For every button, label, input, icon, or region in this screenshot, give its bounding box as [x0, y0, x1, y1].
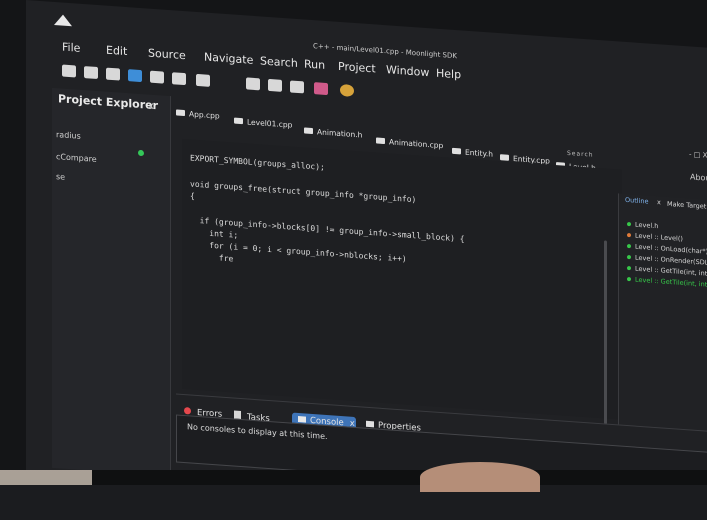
about-link[interactable]: About	[690, 172, 707, 183]
editor-scrollbar[interactable]	[604, 240, 607, 431]
bullet-icon	[627, 233, 631, 238]
app-logo-icon	[54, 13, 72, 27]
tab-label: App.cpp	[189, 109, 220, 121]
folder-icon	[304, 127, 313, 135]
menu-search[interactable]: Search	[260, 54, 298, 70]
save-all-icon[interactable]	[106, 67, 120, 81]
document-icon[interactable]	[268, 78, 282, 92]
menu-edit[interactable]: Edit	[106, 44, 127, 58]
console-message: No consoles to display at this time.	[187, 422, 328, 442]
status-dot-icon	[138, 149, 144, 157]
code-line: EXPORT_SYMBOL(groups_alloc);	[190, 153, 325, 172]
bullet-icon	[627, 255, 631, 260]
tree-item[interactable]: radius	[56, 130, 81, 141]
bullet-icon	[627, 244, 631, 249]
tab-label: Entity.h	[465, 147, 493, 159]
tab-label: Animation.cpp	[389, 137, 444, 151]
tab-entity-h[interactable]: Entity.h	[452, 147, 493, 159]
menu-navigate[interactable]: Navigate	[204, 50, 253, 66]
code-line: {	[190, 191, 195, 201]
bullet-icon	[627, 277, 631, 282]
tree-item[interactable]: cCompare	[56, 152, 97, 164]
outline-item-label: Level :: GetTile(int, int)	[635, 275, 707, 289]
outline-item[interactable]: Level :: GetTile(int, int)	[627, 275, 707, 289]
folder-icon	[234, 117, 243, 125]
make-target-tab[interactable]: Make Target	[667, 200, 706, 211]
properties-icon	[366, 420, 374, 428]
debug-icon[interactable]	[128, 69, 142, 83]
code-line: int i;	[190, 227, 239, 240]
outline-item[interactable]: Level :: Level()	[627, 231, 683, 243]
hierarchy-icon[interactable]	[196, 73, 210, 87]
window-icon[interactable]	[290, 80, 304, 94]
console-icon	[298, 416, 306, 423]
outline-tab[interactable]: Outline	[625, 196, 649, 206]
user-icon[interactable]	[246, 77, 260, 91]
project-explorer-panel: Project Explorer x radius cCompare se	[52, 87, 171, 477]
code-line: void groups_free(struct group_info *grou…	[190, 179, 417, 205]
folder-icon	[176, 109, 185, 117]
build-icon[interactable]	[150, 70, 164, 84]
export-icon[interactable]	[172, 72, 186, 86]
menu-help[interactable]: Help	[436, 67, 461, 82]
outline-item[interactable]: Level.h	[627, 220, 658, 230]
explorer-close-icon[interactable]: x	[148, 101, 154, 112]
outline-close-icon[interactable]: x	[657, 198, 661, 206]
outline-item-label: Level.h	[635, 220, 659, 231]
outline-item-label: Level :: Level()	[635, 231, 683, 243]
monitor-bezel-bottom	[92, 470, 707, 485]
search-field[interactable]: Search	[567, 150, 594, 159]
menu-run[interactable]: Run	[304, 57, 325, 71]
folder-icon	[500, 154, 509, 161]
new-file-icon[interactable]	[62, 64, 76, 78]
monitor: C++ - main/Level01.cpp - Moonlight SDK F…	[0, 0, 707, 485]
folder-icon	[452, 147, 461, 155]
media-icon[interactable]	[314, 82, 328, 96]
tab-app-cpp[interactable]: App.cpp	[176, 108, 220, 121]
bullet-icon	[627, 222, 631, 227]
tree-item[interactable]: se	[56, 172, 65, 182]
ide-screen: C++ - main/Level01.cpp - Moonlight SDK F…	[26, 0, 707, 485]
menu-project[interactable]: Project	[338, 60, 376, 76]
menu-source[interactable]: Source	[148, 47, 186, 63]
save-icon[interactable]	[84, 66, 98, 80]
bullet-icon	[627, 266, 631, 271]
tab-label: Level01.cpp	[247, 117, 293, 130]
code-line: fre	[190, 251, 234, 264]
error-icon	[184, 407, 191, 415]
tab-animation-cpp[interactable]: Animation.cpp	[376, 136, 443, 150]
folder-icon	[376, 137, 385, 145]
code-editor[interactable]: EXPORT_SYMBOL(groups_alloc); void groups…	[182, 138, 622, 420]
menu-file[interactable]: File	[62, 41, 80, 55]
tab-animation-h[interactable]: Animation.h	[304, 126, 363, 140]
project-explorer-title: Project Explorer	[58, 92, 159, 113]
badge-icon[interactable]	[340, 83, 354, 97]
window-controls[interactable]: - □ X	[689, 150, 707, 159]
tab-label: Animation.h	[317, 127, 363, 140]
window-title: C++ - main/Level01.cpp - Moonlight SDK	[313, 42, 457, 61]
outline-panel: Outline x Make Target Level.h Level :: L…	[618, 193, 707, 452]
hand	[420, 462, 540, 492]
menu-window[interactable]: Window	[386, 63, 429, 79]
tab-level01-cpp[interactable]: Level01.cpp	[234, 117, 292, 130]
